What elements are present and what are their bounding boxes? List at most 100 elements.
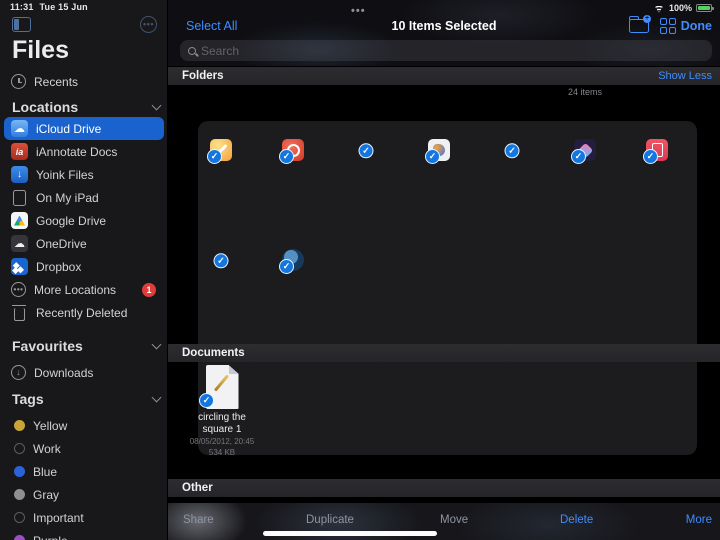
tag-label: Gray [33,488,59,502]
sidebar-item-more-locations[interactable]: ••• More Locations 1 [4,278,164,301]
sidebar-item-label: More Locations [34,283,116,297]
move-button[interactable]: Move [440,514,468,526]
section-title: Locations [12,99,78,115]
sidebar-tag-work[interactable]: Work [4,437,164,460]
selected-checkmark-icon: ✓ [425,149,440,164]
section-header-favourites[interactable]: Favourites [12,338,160,354]
search-input[interactable] [201,44,401,58]
item-count-caption: 24 items [540,87,630,97]
selected-checkmark-icon: ✓ [279,149,294,164]
clock-time: 11:31 [10,2,34,12]
multitask-indicator-icon[interactable]: ••• [351,5,366,17]
selected-checkmark-icon: ✓ [279,259,294,274]
section-title: Tags [12,391,44,407]
show-less-button[interactable]: Show Less [658,70,712,82]
section-header-tags[interactable]: Tags [12,391,160,407]
sidebar-item-label: Recents [34,75,78,89]
sidebar-tag-important[interactable]: Important [4,506,164,529]
sidebar-item-label: Yoink Files [36,168,94,182]
sidebar-item-label: iAnnotate Docs [36,145,117,159]
sidebar-item-label: Downloads [34,366,93,380]
more-circle-icon[interactable]: ••• [140,16,157,33]
dropbox-icon [11,258,28,275]
sidebar-item-on-my-ipad[interactable]: On My iPad [4,186,164,209]
section-title: Folders [182,70,224,82]
sidebar-tag-blue[interactable]: Blue [4,460,164,483]
tag-dot-icon [14,443,25,454]
section-title: Other [182,482,213,494]
sidebar-item-recents[interactable]: Recents [4,70,164,93]
sidebar-item-label: Recently Deleted [36,306,127,320]
sidebar-tag-gray[interactable]: Gray [4,483,164,506]
section-header-locations[interactable]: Locations [12,99,160,115]
tag-dot-icon [14,466,25,477]
duplicate-button[interactable]: Duplicate [306,514,354,526]
tag-label: Yellow [33,419,67,433]
section-title: Documents [182,347,245,359]
sidebar: ••• Files Recents Locations ☁ iCloud Dri… [0,0,168,540]
sidebar-item-downloads[interactable]: ↓ Downloads [4,361,164,384]
sidebar-tag-purple[interactable]: Purple [4,529,164,540]
chevron-down-icon [152,339,162,349]
tag-label: Important [33,511,84,525]
view-grid-icon[interactable] [660,18,676,34]
selected-checkmark-icon: ✓ [199,393,214,408]
chevron-down-icon [152,100,162,110]
battery-percent: 100% [669,3,692,13]
battery-icon [696,4,712,12]
tag-dot-icon [14,420,25,431]
share-button[interactable]: Share [183,514,214,526]
sidebar-item-label: OneDrive [36,237,87,251]
tag-dot-icon [14,489,25,500]
tag-dot-icon [14,535,25,540]
content-panel [198,121,697,455]
tag-label: Purple [33,534,68,540]
sidebar-item-yoink-files[interactable]: ↓ Yoink Files [4,163,164,186]
sidebar-item-iannotate-docs[interactable]: ia iAnnotate Docs [4,140,164,163]
notification-badge: 1 [142,283,156,297]
sidebar-toggle-icon[interactable] [12,17,31,32]
sidebar-item-google-drive[interactable]: Google Drive [4,209,164,232]
delete-button[interactable]: Delete [560,514,593,526]
done-button[interactable]: Done [681,19,712,33]
icloud-drive-icon: ☁ [11,120,28,137]
new-folder-icon[interactable]: + [629,19,649,33]
sidebar-item-label: iCloud Drive [36,122,101,136]
selected-checkmark-icon: ✓ [359,143,374,158]
status-date: Tue 15 Jun [40,2,88,12]
select-all-button[interactable]: Select All [186,19,237,33]
selected-checkmark-icon: ✓ [571,149,586,164]
tag-label: Blue [33,465,57,479]
sidebar-item-icloud-drive[interactable]: ☁ iCloud Drive [4,117,164,140]
home-indicator[interactable] [263,531,437,536]
section-title: Favourites [12,338,83,354]
sidebar-item-recently-deleted[interactable]: Recently Deleted [4,301,164,324]
chevron-down-icon [152,392,162,402]
selected-checkmark-icon: ✓ [643,149,658,164]
status-bar-right: 100% [653,3,712,13]
tag-dot-icon [14,512,25,523]
ipad-icon [11,189,28,206]
selected-checkmark-icon: ✓ [214,253,229,268]
sidebar-item-label: On My iPad [36,191,99,205]
sidebar-item-label: Dropbox [36,260,81,274]
iannotate-icon: ia [11,143,28,160]
search-icon [188,47,196,55]
section-header-documents: Documents [168,344,720,362]
more-button[interactable]: More [686,514,712,526]
document-item[interactable]: ✓ circling the square 1 08/05/2012, 20:4… [187,365,257,457]
sidebar-item-label: Google Drive [36,214,106,228]
onedrive-icon: ☁ [11,235,28,252]
download-circle-icon: ↓ [11,365,26,380]
search-bar[interactable] [180,40,712,61]
sidebar-tag-yellow[interactable]: Yellow [4,414,164,437]
yoink-icon: ↓ [11,166,28,183]
document-size: 534 KB [187,448,257,457]
selected-checkmark-icon: ✓ [505,143,520,158]
section-header-folders: Folders Show Less [168,67,720,85]
sidebar-item-dropbox[interactable]: Dropbox [4,255,164,278]
wifi-icon [653,4,665,13]
document-date: 08/05/2012, 20:45 [187,437,257,446]
sidebar-item-onedrive[interactable]: ☁ OneDrive [4,232,164,255]
app-title: Files [12,36,69,65]
